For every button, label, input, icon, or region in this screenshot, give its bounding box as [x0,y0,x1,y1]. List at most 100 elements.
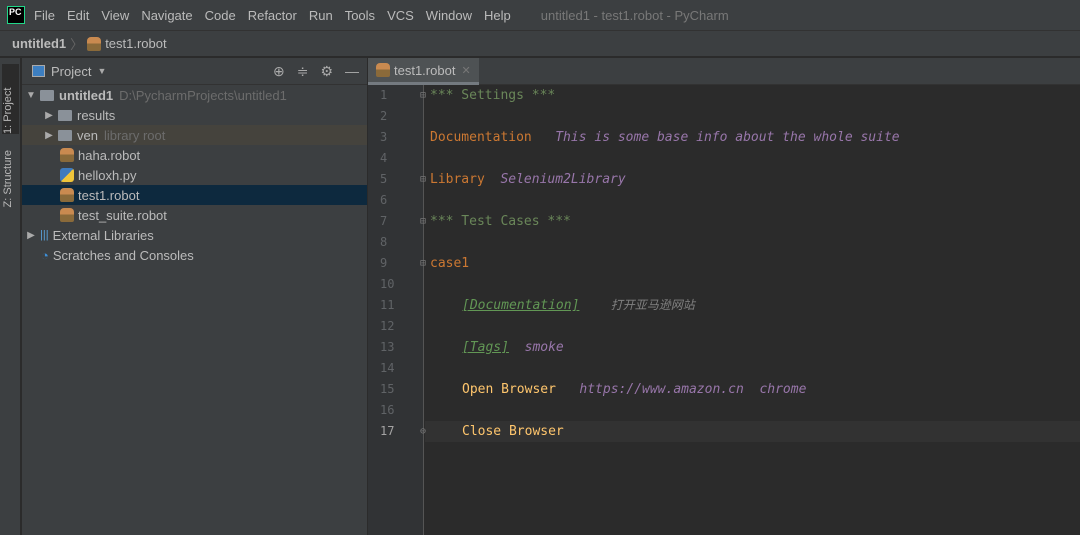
menu-refactor[interactable]: Refactor [248,8,297,23]
menu-tools[interactable]: Tools [345,8,375,23]
tree-item-scratches[interactable]: ◔ Scratches and Consoles [22,245,367,265]
menu-run[interactable]: Run [309,8,333,23]
menu-view[interactable]: View [101,8,129,23]
line-number: 15 [380,382,395,396]
locate-icon[interactable]: ⊕ [273,63,285,80]
menu-bar: PC File Edit View Navigate Code Refactor… [0,0,1080,30]
setting-tag: [Documentation] [462,298,580,313]
item-label: test_suite.robot [78,207,167,223]
hide-icon[interactable]: — [345,63,359,80]
keyword-call: Close Browser [462,424,564,439]
setting-value: Selenium2Library [500,172,626,187]
collapse-all-icon[interactable]: ≑ [297,63,309,80]
code-line: 8 [368,232,1080,253]
code-line: 12 [368,316,1080,337]
tree-item-helloxh-py[interactable]: helloxh.py [22,165,367,185]
fold-icon[interactable]: ⊟ [420,85,426,106]
settings-header: *** Settings *** [430,88,556,103]
menu-vcs[interactable]: VCS [387,8,414,23]
line-number: 17 [380,424,395,438]
project-tool-button[interactable]: 1: Project [2,64,19,134]
tree-item-ven[interactable]: ▶ ven library root [22,125,367,145]
breadcrumb-project[interactable]: untitled1 [12,36,66,51]
close-icon[interactable]: ✕ [461,64,470,77]
expand-arrow-icon[interactable]: ▶ [40,110,58,121]
scratches-icon: ◔ [41,247,49,263]
menu-window[interactable]: Window [426,8,472,23]
tree-root[interactable]: ▼ untitled1 D:\PycharmProjects\untitled1 [22,85,367,105]
menu-navigate[interactable]: Navigate [141,8,192,23]
fold-icon[interactable]: ⊟ [420,169,426,190]
code-line: 6 [368,190,1080,211]
tree-item-test-suite-robot[interactable]: test_suite.robot [22,205,367,225]
code-area[interactable]: 1 ⊟ *** Settings *** 2 3 Documentation This… [368,85,1080,535]
code-line: 3 Documentation This is some base info ab… [368,127,1080,148]
tree-item-external-libraries[interactable]: ▶ ||| External Libraries [22,225,367,245]
line-number: 9 [380,256,388,270]
line-number: 13 [380,340,395,354]
code-line: 10 [368,274,1080,295]
line-number: 8 [380,235,388,249]
project-view-selector[interactable]: Project [51,64,91,79]
tree-item-test1-robot[interactable]: test1.robot [22,185,367,205]
gear-icon[interactable]: ⚙ [320,63,333,80]
fold-icon[interactable]: ⊟ [420,253,426,274]
keyword-argument: chrome [759,382,807,397]
line-number: 10 [380,277,395,291]
python-file-icon [60,168,74,182]
tree-item-results[interactable]: ▶ results [22,105,367,125]
window-title: untitled1 - test1.robot - PyCharm [540,7,729,23]
line-number: 1 [380,88,388,102]
folder-icon [40,89,54,101]
libraries-icon: ||| [40,229,49,241]
setting-value: smoke [524,340,564,355]
code-line: 7 ⊟ *** Test Cases *** [368,211,1080,232]
line-number: 12 [380,319,395,333]
structure-tool-button[interactable]: Z: Structure [2,150,14,207]
fold-icon[interactable]: ⊟ [420,211,426,232]
menu-code[interactable]: Code [205,8,236,23]
fold-end-icon[interactable]: ⊖ [420,421,426,442]
project-panel: Project ▼ ⊕ ≑ ⚙ — ▼ untitled1 D:\PycharmPr… [22,58,367,535]
code-text: Documentation This is some base info abo… [430,127,900,148]
expand-arrow-icon[interactable]: ▶ [22,230,40,241]
menu-file[interactable]: File [34,8,55,23]
line-number: 11 [380,298,395,312]
code-text: [Tags] smoke [462,337,564,358]
line-number: 14 [380,361,395,375]
menu-edit[interactable]: Edit [67,8,89,23]
code-line: 5 ⊟ Library Selenium2Library [368,169,1080,190]
code-line: 2 [368,106,1080,127]
project-panel-header: Project ▼ ⊕ ≑ ⚙ — [22,58,367,85]
chevron-down-icon[interactable]: ▼ [97,66,106,76]
tree-item-haha-robot[interactable]: haha.robot [22,145,367,165]
item-label: results [77,107,116,123]
setting-value: This is some base info about the whole s… [555,130,900,145]
library-root-hint: library root [103,127,166,143]
line-number: 4 [380,151,388,165]
tab-label: test1.robot [394,62,456,78]
robot-file-icon [376,63,390,77]
code-line: 13 [Tags] smoke [368,337,1080,358]
test-cases-header: *** Test Cases *** [430,214,571,229]
item-label: helloxh.py [78,167,137,183]
robot-file-icon [60,208,74,222]
expand-arrow-icon[interactable]: ▼ [22,90,40,101]
root-path: D:\PycharmProjects\untitled1 [119,87,287,103]
editor-tabs: test1.robot ✕ [368,58,1080,85]
item-label: ven [77,127,98,143]
expand-arrow-icon[interactable]: ▶ [40,130,58,141]
code-line: 14 [368,358,1080,379]
menu: File Edit View Navigate Code Refactor Ru… [34,8,523,23]
breadcrumb-file[interactable]: test1.robot [105,36,166,51]
folder-icon [58,109,72,121]
menu-help[interactable]: Help [484,8,511,23]
code-text: Library Selenium2Library [430,169,626,190]
line-number: 6 [380,193,388,207]
line-number: 3 [380,130,388,144]
pycharm-logo-icon: PC [7,6,25,24]
tab-test1-robot[interactable]: test1.robot ✕ [368,58,479,85]
item-label: haha.robot [78,147,141,163]
robot-file-icon [60,188,74,202]
robot-file-icon [87,36,102,51]
